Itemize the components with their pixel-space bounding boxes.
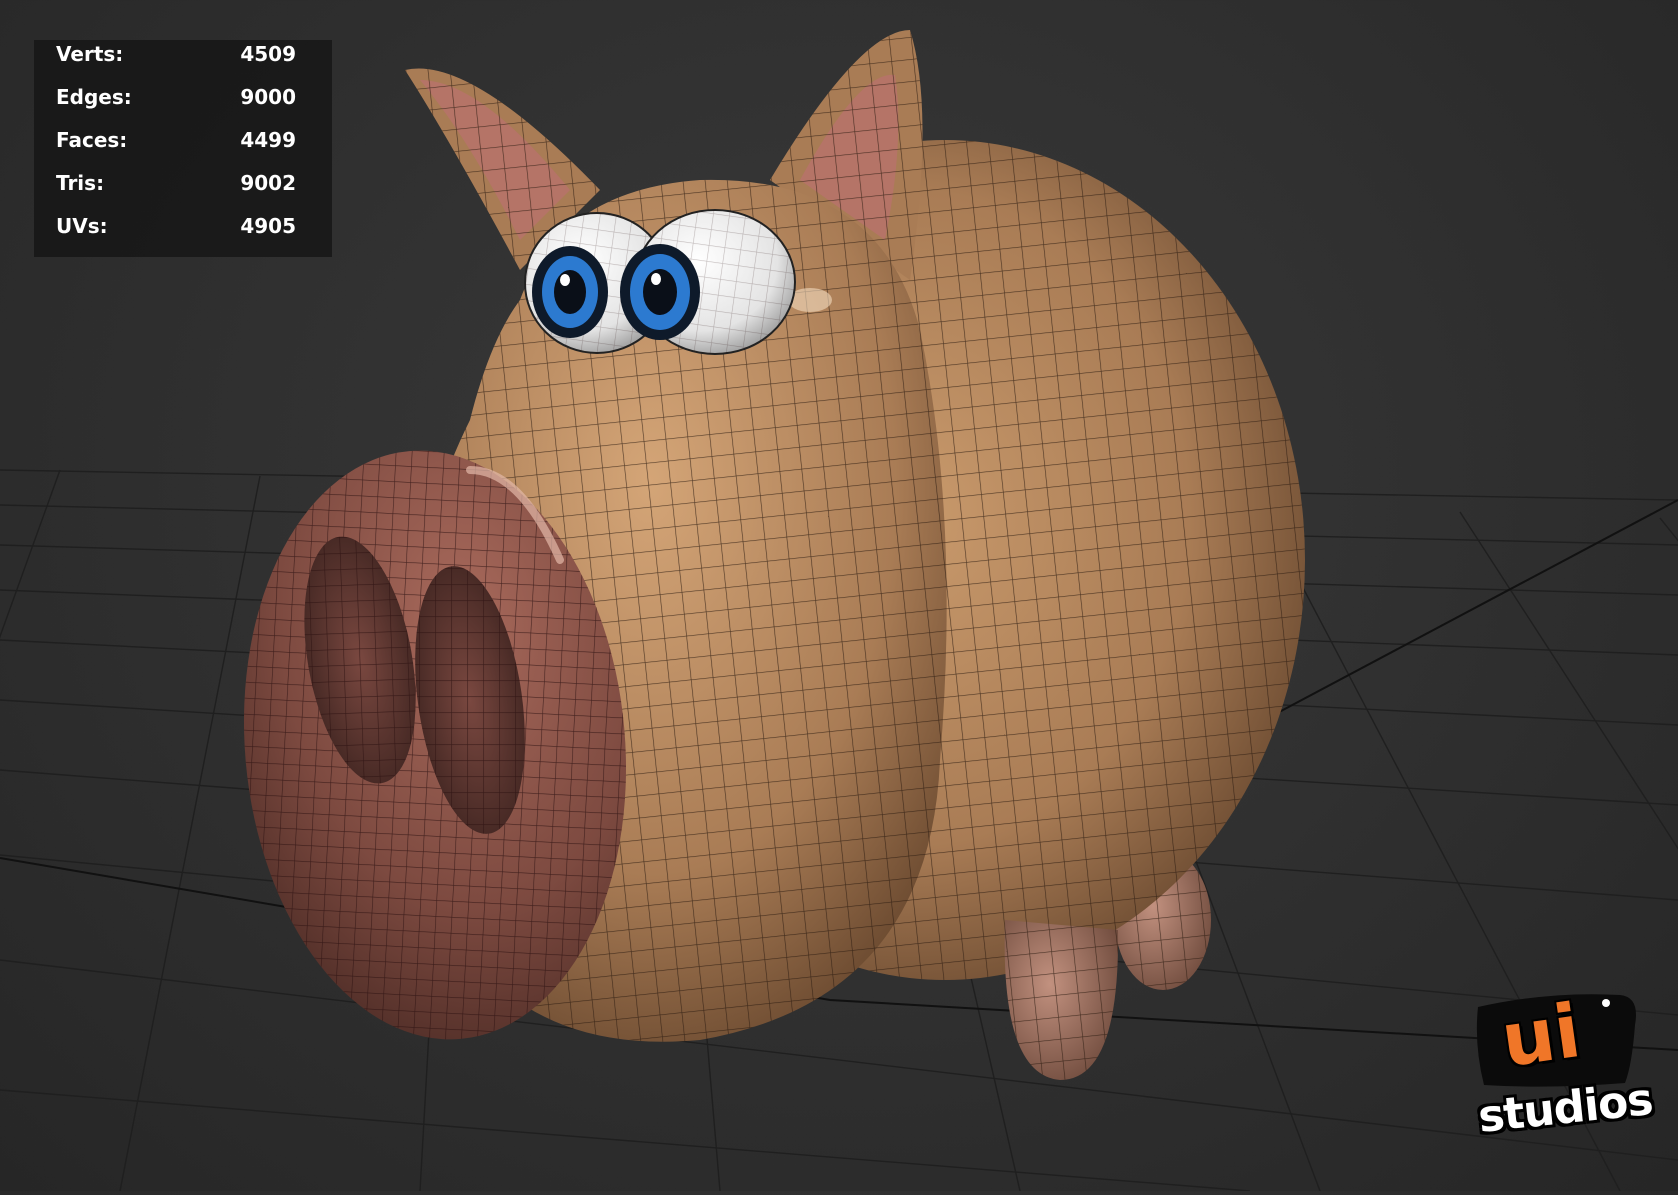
stat-value: 9002 bbox=[240, 171, 296, 195]
ui-studios-logo: ui studios bbox=[1470, 985, 1655, 1145]
stat-label: UVs: bbox=[56, 214, 108, 238]
stat-value: 4499 bbox=[240, 128, 296, 152]
stat-row-uvs: UVs: 4905 bbox=[56, 214, 296, 244]
stat-row-tris: Tris: 9002 bbox=[56, 171, 296, 201]
stat-row-faces: Faces: 4499 bbox=[56, 128, 296, 158]
stat-value: 9000 bbox=[240, 85, 296, 109]
pig-model bbox=[243, 30, 1305, 1080]
stat-label: Edges: bbox=[56, 85, 132, 109]
mesh-stats-panel: Verts: 4509 Edges: 9000 Faces: 4499 Tris… bbox=[34, 40, 332, 257]
3d-viewport[interactable]: Verts: 4509 Edges: 9000 Faces: 4499 Tris… bbox=[0, 0, 1678, 1192]
stat-value: 4905 bbox=[240, 214, 296, 238]
stat-row-verts: Verts: 4509 bbox=[56, 42, 296, 72]
stat-label: Faces: bbox=[56, 128, 128, 152]
stat-value: 4509 bbox=[240, 42, 296, 66]
logo-mark: ui bbox=[1496, 987, 1586, 1085]
stat-label: Tris: bbox=[56, 171, 105, 195]
stat-row-edges: Edges: 9000 bbox=[56, 85, 296, 115]
stat-label: Verts: bbox=[56, 42, 124, 66]
